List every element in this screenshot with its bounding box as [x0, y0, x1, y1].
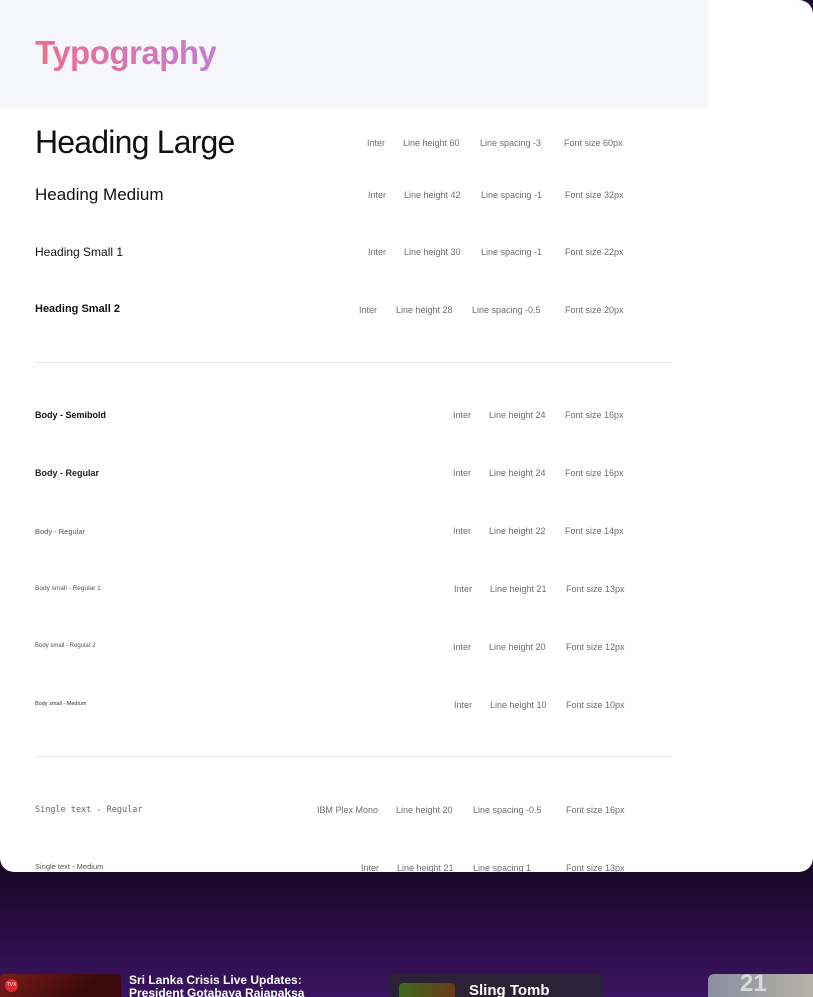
font-label: Inter	[359, 305, 378, 315]
type-row-body-small-medium: Body small - Medium Inter Line height 10…	[35, 700, 635, 714]
type-row-body-semibold: Body - Semibold Inter Line height 24 Fon…	[35, 410, 635, 424]
line-height-label: Line height 24	[489, 410, 546, 420]
font-label: Inter	[454, 584, 473, 594]
line-spacing-label: Line spacing -1	[481, 247, 543, 257]
line-spacing-label: Line spacing -3	[480, 138, 542, 148]
font-size-label: Font size 10px	[566, 700, 625, 710]
font-size-label: Font size 13px	[566, 863, 625, 872]
side-thumbnail[interactable]: 21	[708, 974, 813, 997]
type-sample: Body small - Medium	[35, 701, 87, 707]
line-height-label: Line height 21	[490, 584, 547, 594]
typography-card: Typography Heading Large Inter Line heig…	[0, 0, 813, 872]
line-height-label: Line height 22	[489, 526, 546, 536]
type-sample: Single text - Regular	[35, 805, 143, 815]
type-row-heading-medium: Heading Medium Inter Line height 42 Line…	[35, 185, 635, 209]
type-row-single-text-regular: Single text - Regular IBM Plex Mono Line…	[35, 805, 635, 819]
font-size-label: Font size 22px	[565, 247, 624, 257]
game-thumbnail	[399, 983, 455, 997]
font-label: Inter	[361, 863, 380, 872]
type-row-body-regular-14: Body - Regular Inter Line height 22 Font…	[35, 526, 635, 540]
font-size-label: Font size 16px	[565, 410, 624, 420]
type-row-single-text-medium: Single text - Medium Inter Line height 2…	[35, 862, 635, 872]
type-row-heading-small-2: Heading Small 2 Inter Line height 28 Lin…	[35, 303, 635, 321]
line-spacing-label: Line spacing -0.5	[472, 305, 541, 315]
section-divider	[35, 362, 672, 363]
game-card[interactable]: Sling Tomb	[389, 974, 604, 997]
font-label: Inter	[453, 410, 472, 420]
type-row-heading-large: Heading Large Inter Line height 60 Line …	[35, 124, 635, 164]
type-sample: Body - Semibold	[35, 410, 107, 420]
game-title: Sling Tomb	[469, 982, 550, 997]
type-sample: Body small - Regular 1	[35, 585, 101, 592]
type-row-body-small-regular-2: Body small - Regular 2 Inter Line height…	[35, 642, 635, 656]
font-label: Inter	[368, 190, 387, 200]
font-label: Inter	[453, 526, 472, 536]
type-sample: Body - Regular	[35, 468, 100, 478]
type-sample: Single text - Medium	[35, 862, 104, 871]
channel-badge: TVX	[5, 979, 18, 992]
line-height-label: Line height 42	[404, 190, 461, 200]
line-spacing-label: Line spacing -0.5	[473, 805, 542, 815]
type-sample: Body small - Regular 2	[35, 643, 96, 649]
line-height-label: Line height 20	[396, 805, 453, 815]
type-sample: Heading Small 1	[35, 245, 124, 259]
line-height-label: Line height 60	[403, 138, 460, 148]
news-headline[interactable]: Sri Lanka Crisis Live Updates: President…	[129, 974, 359, 997]
font-label: Inter	[368, 247, 387, 257]
type-row-body-small-regular-1: Body small - Regular 1 Inter Line height…	[35, 584, 635, 598]
font-label: Inter	[454, 700, 473, 710]
type-row-heading-small-1: Heading Small 1 Inter Line height 30 Lin…	[35, 245, 635, 263]
line-height-label: Line height 21	[397, 863, 454, 872]
page-title: Typography	[35, 34, 217, 71]
font-size-label: Font size 16px	[565, 468, 624, 478]
font-label: Inter	[453, 468, 472, 478]
news-card[interactable]: TVX Sri Lanka Crisis Live Updates: Presi…	[0, 974, 360, 997]
font-size-label: Font size 16px	[566, 805, 625, 815]
type-sample: Heading Small 2	[35, 303, 120, 315]
line-height-label: Line height 30	[404, 247, 461, 257]
font-size-label: Font size 12px	[566, 642, 625, 652]
line-height-label: Line height 24	[489, 468, 546, 478]
line-height-label: Line height 10	[490, 700, 547, 710]
type-row-body-regular-16: Body - Regular Inter Line height 24 Font…	[35, 468, 635, 482]
side-thumbnail-text: 21	[740, 974, 767, 997]
type-sample: Heading Medium	[35, 185, 164, 204]
line-spacing-label: Line spacing 1	[473, 863, 532, 872]
line-spacing-label: Line spacing -1	[481, 190, 543, 200]
font-label: Inter	[367, 138, 386, 148]
line-height-label: Line height 28	[396, 305, 453, 315]
font-size-label: Font size 14px	[565, 526, 624, 536]
font-size-label: Font size 60px	[564, 138, 623, 148]
font-label: Inter	[453, 642, 472, 652]
line-height-label: Line height 20	[489, 642, 546, 652]
font-size-label: Font size 32px	[565, 190, 624, 200]
font-size-label: Font size 20px	[565, 305, 624, 315]
font-label: IBM Plex Mono	[317, 805, 379, 815]
type-sample: Body - Regular	[35, 527, 86, 536]
news-thumbnail: TVX	[0, 974, 121, 997]
type-sample: Heading Large	[35, 124, 235, 160]
font-size-label: Font size 13px	[566, 584, 625, 594]
section-divider	[35, 756, 672, 757]
